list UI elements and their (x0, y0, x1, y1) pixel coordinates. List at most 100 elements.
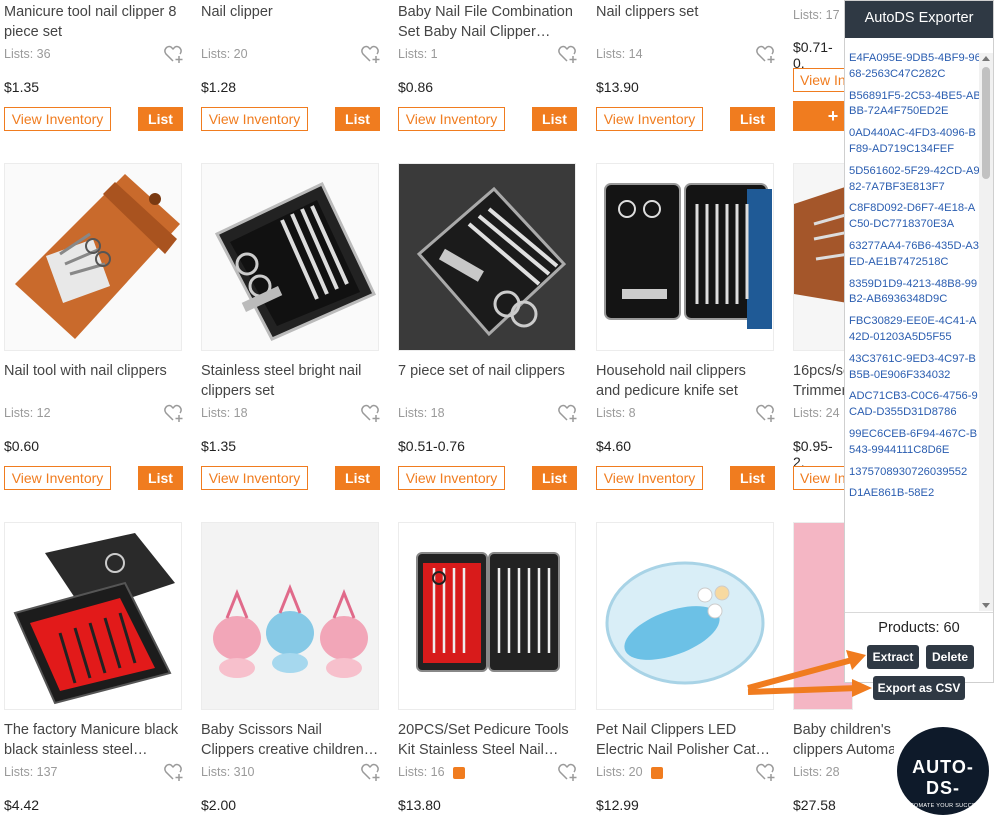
product-id[interactable]: D1AE861B-58E2 (849, 486, 981, 502)
product-price: $0.51-0.76 (398, 438, 465, 454)
product-id[interactable]: 0AD440AC-4FD3-4096-BF89-AD719C134FEF (849, 126, 981, 158)
product-photo (794, 187, 844, 303)
list-button[interactable]: List (335, 107, 380, 131)
product-image[interactable] (201, 163, 379, 351)
heart-plus-icon[interactable] (361, 403, 383, 423)
view-inventory-button[interactable]: View Inventory (398, 107, 505, 131)
heart-plus-icon[interactable] (164, 762, 186, 782)
product-price: $2.00 (201, 797, 237, 813)
view-inventory-button[interactable]: View Inventory (4, 107, 111, 131)
lists-count: Lists: 20 (201, 47, 248, 61)
view-inventory-button[interactable]: View Inventory (4, 466, 111, 490)
product-id[interactable]: C8F8D092-D6F7-4E18-AC50-DC7718370E3A (849, 201, 981, 233)
list-button[interactable]: List (730, 107, 775, 131)
heart-plus-icon[interactable] (558, 762, 580, 782)
heart-plus-icon[interactable] (361, 762, 383, 782)
product-id[interactable]: E4FA095E-9DB5-4BF9-9668-2563C47C282C (849, 51, 981, 83)
product-title[interactable]: Nail clipper (201, 2, 379, 22)
product-card: 16pcs/se Trimmer Lists: 24 $0.95-2. View… (789, 163, 844, 493)
lists-count: Lists: 28 (793, 765, 840, 779)
heart-plus-icon[interactable] (756, 762, 778, 782)
product-title[interactable]: 7 piece set of nail clippers (398, 361, 576, 381)
product-image[interactable] (596, 522, 774, 710)
product-image[interactable] (398, 522, 576, 710)
heart-plus-icon[interactable] (361, 44, 383, 64)
product-price: $27.58 (793, 797, 836, 813)
heart-plus-icon[interactable] (558, 44, 580, 64)
lists-count: Lists: 137 (4, 765, 58, 779)
product-title[interactable]: Household nail clippers and pedicure kni… (596, 361, 774, 401)
flag-icon[interactable] (651, 767, 663, 779)
view-inventory-button[interactable]: View Inventory (596, 107, 703, 131)
product-title[interactable]: Baby Scissors Nail Clippers creative chi… (201, 720, 379, 760)
product-photo (416, 552, 560, 672)
heart-plus-icon[interactable] (756, 403, 778, 423)
product-title[interactable]: 20PCS/Set Pedicure Tools Kit Stainless S… (398, 720, 576, 760)
view-inventory-button[interactable]: View Inventory (596, 466, 703, 490)
product-photo (15, 174, 180, 339)
product-id[interactable]: FBC30829-EE0E-4C41-A42D-01203A5D5F55 (849, 314, 981, 346)
product-title[interactable]: Baby Nail File Combination Set Baby Nail… (398, 2, 576, 42)
list-button[interactable]: List (532, 466, 577, 490)
product-photo (604, 183, 772, 329)
product-title[interactable]: Pet Nail Clippers LED Electric Nail Poli… (596, 720, 774, 760)
product-id-list[interactable]: E4FA095E-9DB5-4BF9-9668-2563C47C282C B56… (845, 51, 981, 611)
list-button[interactable]: List (532, 107, 577, 131)
list-button[interactable]: List (138, 107, 183, 131)
heart-plus-icon[interactable] (558, 403, 580, 423)
product-image[interactable] (4, 522, 182, 710)
lists-count: Lists: 12 (4, 406, 51, 420)
scrollbar-thumb[interactable] (982, 67, 990, 179)
product-title[interactable]: Baby children's electric nail clippers A… (793, 720, 894, 760)
list-button[interactable]: List (730, 466, 775, 490)
product-title[interactable]: The factory Manicure black black stainle… (4, 720, 182, 760)
add-button[interactable]: + (793, 101, 844, 131)
product-image[interactable] (4, 163, 182, 351)
delete-button[interactable]: Delete (926, 645, 974, 669)
list-button[interactable]: List (335, 466, 380, 490)
heart-plus-icon[interactable] (164, 403, 186, 423)
scroll-down-icon[interactable] (982, 603, 990, 608)
product-id[interactable]: ADC71CB3-C0C6-4756-9CAD-D355D31D8786 (849, 389, 981, 421)
product-title[interactable]: Stainless steel bright nail clippers set (201, 361, 379, 401)
product-photo (13, 533, 175, 705)
product-id[interactable]: 63277AA4-76B6-435D-A3ED-AE1B7472518C (849, 239, 981, 271)
product-card: Lists: 17 $0.71-0. View In + (789, 0, 844, 135)
extract-button[interactable]: Extract (867, 645, 919, 669)
view-inventory-button[interactable]: View Inventory (201, 466, 308, 490)
product-image[interactable] (596, 163, 774, 351)
product-title[interactable]: Nail clippers set (596, 2, 774, 22)
heart-plus-icon[interactable] (756, 44, 778, 64)
product-image[interactable] (201, 522, 379, 710)
product-photo (605, 561, 765, 685)
product-id[interactable]: 99EC6CEB-6F94-467C-B543-9944111C8D6E (849, 427, 981, 459)
view-inventory-button[interactable]: View Inventory (398, 466, 505, 490)
product-price: $0.86 (398, 79, 434, 95)
product-price: $0.60 (4, 438, 40, 454)
export-csv-button[interactable]: Export as CSV (873, 676, 965, 700)
heart-plus-icon[interactable] (164, 44, 186, 64)
lists-count: Lists: 24 (793, 406, 840, 420)
list-scrollbar[interactable] (979, 53, 993, 611)
flag-icon[interactable] (453, 767, 465, 779)
list-button[interactable]: List (138, 466, 183, 490)
view-inventory-button[interactable]: View Inventory (201, 107, 308, 131)
product-image[interactable] (793, 163, 844, 351)
lists-count: Lists: 16 (398, 765, 445, 779)
scroll-up-icon[interactable] (982, 56, 990, 61)
product-image[interactable] (398, 163, 576, 351)
product-id[interactable]: 8359D1D9-4213-48B8-99B2-AB6936348D9C (849, 277, 981, 309)
lists-count: Lists: 17 (793, 8, 840, 22)
product-id[interactable]: B56891F5-2C53-4BE5-ABBB-72A4F750ED2E (849, 89, 981, 121)
product-price: $12.99 (596, 797, 639, 813)
product-title[interactable]: Manicure tool nail clipper 8 piece set (4, 2, 182, 42)
product-title[interactable]: Nail tool with nail clippers (4, 361, 182, 381)
product-id[interactable]: 1375708930726039552 (849, 465, 981, 481)
product-id[interactable]: 5D561602-5F29-42CD-A982-7A7BF3E813F7 (849, 164, 981, 196)
lists-count: Lists: 8 (596, 406, 636, 420)
product-title[interactable]: 16pcs/se Trimmer (793, 361, 844, 401)
product-id[interactable]: 43C3761C-9ED3-4C97-BB5B-0E906F334032 (849, 352, 981, 384)
view-inventory-button[interactable]: View In (793, 466, 844, 490)
view-inventory-button[interactable]: View In (793, 68, 844, 92)
product-photo (214, 181, 377, 341)
